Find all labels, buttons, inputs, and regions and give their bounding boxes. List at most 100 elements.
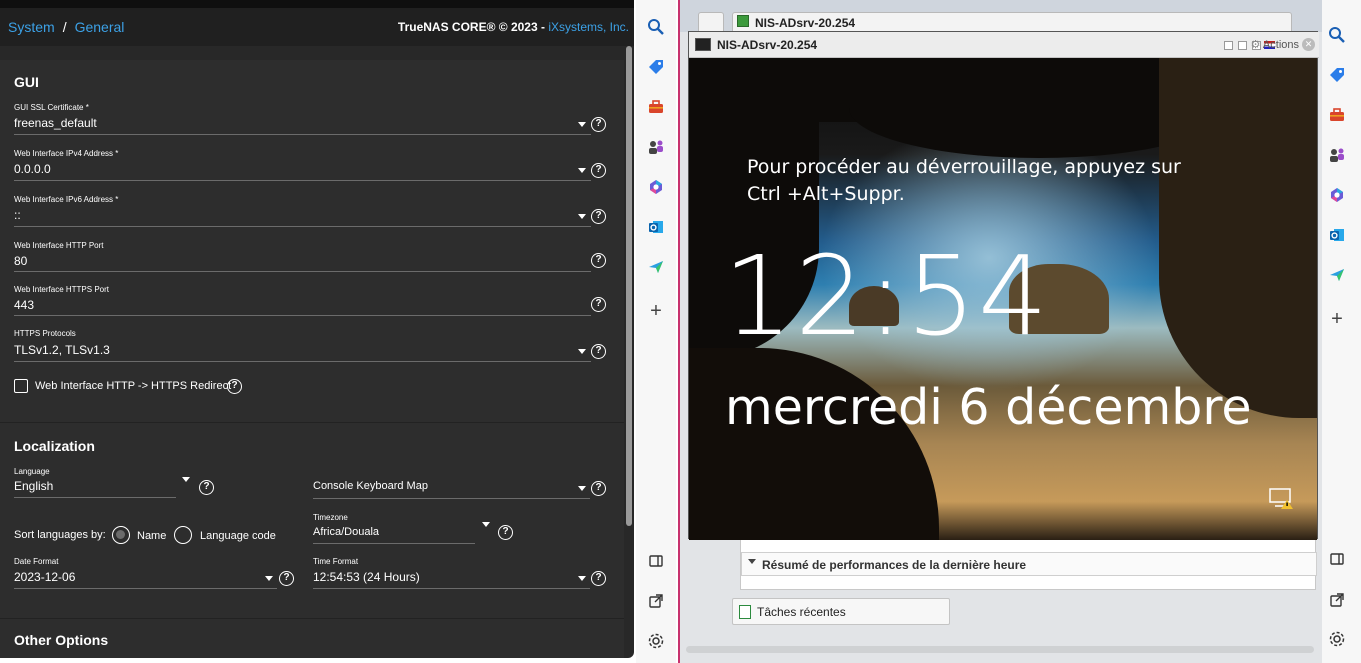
help-icon[interactable]: ? xyxy=(199,480,214,495)
help-icon[interactable]: ? xyxy=(591,481,606,496)
ipv6-underline xyxy=(14,226,591,227)
chevron-down-icon xyxy=(748,559,756,564)
https-protocols-field[interactable]: HTTPS Protocols TLSv1.2, TLSv1.3 ? xyxy=(14,329,610,363)
split-view-icon[interactable] xyxy=(645,550,667,572)
ipv6-field[interactable]: Web Interface IPv6 Address * :: ? xyxy=(14,195,610,229)
tab-vm[interactable]: NIS-ADsrv-20.254 xyxy=(732,12,1292,32)
recent-tasks-button[interactable]: Tâches récentes xyxy=(732,598,950,625)
ssl-cert-field[interactable]: GUI SSL Certificate * freenas_default ? xyxy=(14,103,610,137)
sort-by-code-label: Language code xyxy=(200,530,276,542)
date-format-underline xyxy=(14,588,277,589)
toolbox-icon[interactable] xyxy=(1326,104,1348,126)
section-title-gui: GUI xyxy=(14,74,39,90)
scrollbar-thumb[interactable] xyxy=(626,46,632,526)
https-port-underline xyxy=(14,315,591,316)
help-icon[interactable]: ? xyxy=(591,253,606,268)
send-icon[interactable] xyxy=(645,256,667,278)
minimize-icon[interactable] xyxy=(1224,41,1233,50)
search-icon[interactable] xyxy=(645,16,667,38)
top-strip xyxy=(0,0,634,8)
tag-icon[interactable] xyxy=(1326,64,1348,86)
games-icon[interactable] xyxy=(1326,144,1348,166)
outlook-icon[interactable] xyxy=(1326,224,1348,246)
chevron-down-icon[interactable] xyxy=(265,576,273,581)
close-icon[interactable]: ✕ xyxy=(1302,38,1315,51)
external-link-icon[interactable] xyxy=(645,590,667,612)
help-icon[interactable]: ? xyxy=(591,163,606,178)
chevron-down-icon[interactable] xyxy=(182,477,190,482)
ipv4-field[interactable]: Web Interface IPv4 Address * 0.0.0.0 ? xyxy=(14,149,610,183)
lock-screen[interactable]: Pour procéder au déverrouillage, appuyez… xyxy=(689,58,1317,540)
lock-clock: 12:54 xyxy=(723,232,1051,360)
ipv4-label: Web Interface IPv4 Address * xyxy=(14,149,119,158)
help-icon[interactable]: ? xyxy=(227,379,242,394)
help-icon[interactable]: ? xyxy=(279,571,294,586)
help-icon[interactable]: ? xyxy=(498,525,513,540)
send-icon[interactable] xyxy=(1326,264,1348,286)
external-link-icon[interactable] xyxy=(1326,589,1348,611)
restore-icon[interactable] xyxy=(1238,41,1247,50)
chevron-down-icon[interactable] xyxy=(578,486,586,491)
help-icon[interactable]: ? xyxy=(591,571,606,586)
perf-header[interactable]: Résumé de performances de la dernière he… xyxy=(741,552,1317,576)
language-value: English xyxy=(14,479,54,493)
help-icon[interactable]: ? xyxy=(591,344,606,359)
tag-icon[interactable] xyxy=(645,56,667,78)
chevron-down-icon[interactable] xyxy=(482,522,490,527)
chevron-down-icon[interactable] xyxy=(578,168,586,173)
keyboard-map-field[interactable]: Console Keyboard Map ? xyxy=(313,467,609,501)
add-icon[interactable]: + xyxy=(645,300,667,322)
copilot-icon[interactable] xyxy=(1326,184,1348,206)
http-port-field[interactable]: Web Interface HTTP Port 80 ? xyxy=(14,241,610,275)
settings-icon[interactable] xyxy=(1326,628,1348,650)
ipv4-underline xyxy=(14,180,591,181)
outlook-icon[interactable] xyxy=(645,216,667,238)
redirect-checkbox[interactable] xyxy=(14,379,28,393)
search-icon[interactable] xyxy=(1326,24,1348,46)
http-port-value: 80 xyxy=(14,254,28,268)
date-format-field[interactable]: Date Format 2023-12-06 ? xyxy=(14,557,298,591)
settings-icon[interactable] xyxy=(645,630,667,652)
vsphere-area: NIS-ADsrv-20.254 NIS-ADsrv-20.254 ⚙ Acti… xyxy=(678,0,1322,663)
time-format-value: 12:54:53 (24 Hours) xyxy=(313,570,420,584)
language-label: Language xyxy=(14,467,50,476)
section-divider xyxy=(0,422,624,423)
tab-blank[interactable] xyxy=(698,12,724,32)
breadcrumb-system[interactable]: System xyxy=(8,19,55,35)
help-icon[interactable]: ? xyxy=(591,209,606,224)
actions-label: Actions xyxy=(1262,39,1299,51)
games-icon[interactable] xyxy=(645,136,667,158)
chevron-down-icon[interactable] xyxy=(578,576,586,581)
timezone-field[interactable]: Timezone Africa/Douala ? xyxy=(313,513,513,547)
breadcrumb-general[interactable]: General xyxy=(75,19,125,35)
breadcrumb-separator: / xyxy=(62,19,67,35)
chevron-down-icon[interactable] xyxy=(578,214,586,219)
https-port-field[interactable]: Web Interface HTTPS Port 443 ? xyxy=(14,285,610,319)
chevron-down-icon[interactable] xyxy=(578,122,586,127)
ixsystems-link[interactable]: iXsystems, Inc. xyxy=(548,20,629,34)
split-view-icon[interactable] xyxy=(1326,548,1348,570)
http-port-underline xyxy=(14,271,591,272)
settings-form: GUI GUI SSL Certificate * freenas_defaul… xyxy=(0,60,624,658)
section-title-other-options: Other Options xyxy=(14,632,109,648)
horizontal-scrollbar[interactable] xyxy=(686,646,1314,653)
keyboard-map-underline xyxy=(313,498,590,499)
network-warning-icon[interactable] xyxy=(1269,488,1295,510)
chevron-down-icon[interactable] xyxy=(578,349,586,354)
sort-by-code-radio[interactable] xyxy=(174,526,192,544)
vm-tab-icon xyxy=(737,15,749,27)
language-field[interactable]: Language English ? xyxy=(14,467,214,501)
vm-actions-menu[interactable]: ⚙ Actions xyxy=(1251,38,1299,51)
https-protocols-value: TLSv1.2, TLSv1.3 xyxy=(14,343,110,357)
help-icon[interactable]: ? xyxy=(591,117,606,132)
toolbox-icon[interactable] xyxy=(645,96,667,118)
vm-console-window[interactable]: NIS-ADsrv-20.254 ⚙ Actions ✕ Pour procéd… xyxy=(688,31,1319,540)
add-icon[interactable]: + xyxy=(1326,308,1348,330)
copilot-icon[interactable] xyxy=(645,176,667,198)
time-format-label: Time Format xyxy=(313,557,359,566)
time-format-field[interactable]: Time Format 12:54:53 (24 Hours) ? xyxy=(313,557,609,591)
help-icon[interactable]: ? xyxy=(591,297,606,312)
ipv4-value: 0.0.0.0 xyxy=(14,162,51,176)
sort-by-name-radio[interactable] xyxy=(112,526,130,544)
vm-window-title: NIS-ADsrv-20.254 xyxy=(717,38,818,52)
